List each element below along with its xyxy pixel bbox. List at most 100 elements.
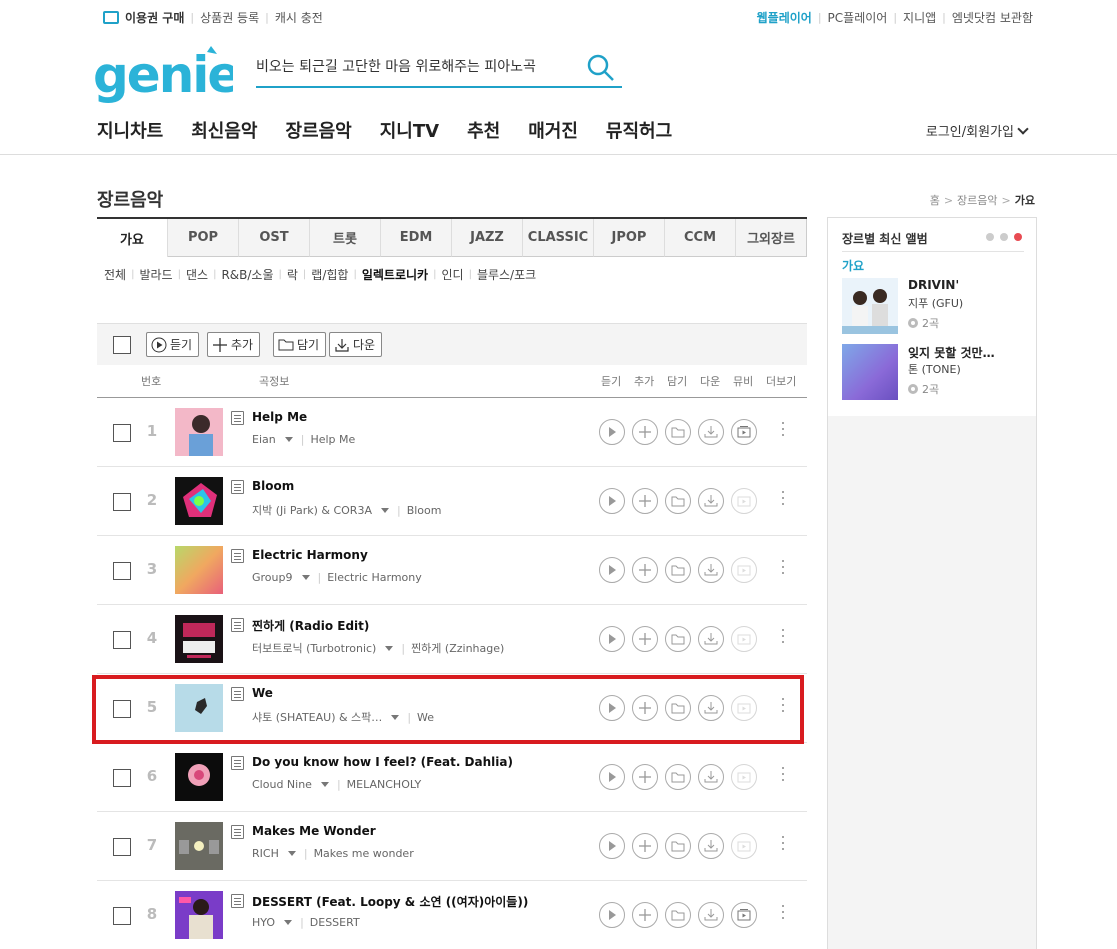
album-cover[interactable] xyxy=(842,344,898,400)
pager-dot[interactable] xyxy=(1000,233,1008,241)
tab-ccm[interactable]: CCM xyxy=(665,219,736,257)
play-icon[interactable] xyxy=(599,902,625,928)
artist-dropdown-icon[interactable] xyxy=(320,782,329,787)
lyrics-icon[interactable] xyxy=(231,825,244,839)
song-checkbox[interactable] xyxy=(113,493,131,511)
nav-genre-music[interactable]: 장르음악 xyxy=(286,117,352,143)
select-all-checkbox[interactable] xyxy=(113,336,131,354)
lyrics-icon[interactable] xyxy=(231,411,244,425)
nav-music-hug[interactable]: 뮤직허그 xyxy=(606,117,672,143)
song-artist[interactable]: 터보트로닉 (Turbotronic) xyxy=(252,640,376,656)
tab-jpop[interactable]: JPOP xyxy=(594,219,665,257)
more-icon[interactable] xyxy=(781,905,785,923)
song-album[interactable]: Electric Harmony xyxy=(327,571,422,584)
folder-icon[interactable] xyxy=(665,419,691,445)
register-gift-link[interactable]: 상품권 등록 xyxy=(200,9,259,26)
song-album[interactable]: Bloom xyxy=(407,504,442,517)
lyrics-icon[interactable] xyxy=(231,894,244,908)
song-checkbox[interactable] xyxy=(113,838,131,856)
nav-genie-chart[interactable]: 지니차트 xyxy=(97,117,163,143)
download-icon[interactable] xyxy=(698,626,724,652)
song-checkbox[interactable] xyxy=(113,562,131,580)
song-checkbox[interactable] xyxy=(113,631,131,649)
album-artist[interactable]: 톤 (TONE) xyxy=(908,361,961,377)
add-button[interactable]: 추가 xyxy=(207,332,261,357)
save-button[interactable]: 담기 xyxy=(273,332,327,357)
subgenre-rock[interactable]: 락 xyxy=(287,266,298,283)
song-artist[interactable]: Eian xyxy=(252,433,276,446)
genie-logo[interactable]: genie xyxy=(93,42,241,104)
nav-recommend[interactable]: 추천 xyxy=(467,117,500,143)
play-icon[interactable] xyxy=(599,833,625,859)
song-album[interactable]: MELANCHOLY xyxy=(347,778,422,791)
more-icon[interactable] xyxy=(781,560,785,578)
plus-icon[interactable] xyxy=(632,626,658,652)
song-album[interactable]: 찐하게 (Zzinhage) xyxy=(411,640,504,656)
play-icon[interactable] xyxy=(599,488,625,514)
more-icon[interactable] xyxy=(781,767,785,785)
more-icon[interactable] xyxy=(781,836,785,854)
play-icon[interactable] xyxy=(599,557,625,583)
song-album[interactable]: Makes me wonder xyxy=(314,847,414,860)
pager-dot[interactable] xyxy=(986,233,994,241)
song-title[interactable]: 찐하게 (Radio Edit) xyxy=(252,617,369,634)
subgenre-ballad[interactable]: 발라드 xyxy=(139,266,172,283)
tab-other-genres[interactable]: 그외장르 xyxy=(736,219,807,257)
artist-dropdown-icon[interactable] xyxy=(380,507,389,513)
album-cover[interactable] xyxy=(175,546,223,594)
album-cover[interactable] xyxy=(175,615,223,663)
song-title[interactable]: DESSERT (Feat. Loopy & 소연 ((여자)아이들)) xyxy=(252,893,528,910)
mnet-archive-link[interactable]: 엠넷닷컴 보관함 xyxy=(952,9,1033,26)
album-artist[interactable]: 지푸 (GFU) xyxy=(908,295,963,311)
artist-dropdown-icon[interactable] xyxy=(287,851,296,856)
album-title[interactable]: DRIVIN' xyxy=(908,278,959,292)
cash-charge-link[interactable]: 캐시 충전 xyxy=(275,9,323,26)
song-title[interactable]: Bloom xyxy=(252,479,294,493)
folder-icon[interactable] xyxy=(665,488,691,514)
download-icon[interactable] xyxy=(698,419,724,445)
folder-icon[interactable] xyxy=(665,833,691,859)
tab-classic[interactable]: CLASSIC xyxy=(523,219,594,257)
album-cover[interactable] xyxy=(175,822,223,870)
artist-dropdown-icon[interactable] xyxy=(284,920,293,925)
subgenre-electronica[interactable]: 일렉트로니카 xyxy=(362,266,428,283)
folder-icon[interactable] xyxy=(665,764,691,790)
album-cover[interactable] xyxy=(175,408,223,456)
download-icon[interactable] xyxy=(698,833,724,859)
song-checkbox[interactable] xyxy=(113,907,131,925)
nav-genie-tv[interactable]: 지니TV xyxy=(380,117,439,143)
album-cover[interactable] xyxy=(175,477,223,525)
plus-icon[interactable] xyxy=(632,557,658,583)
pc-player-link[interactable]: PC플레이어 xyxy=(828,9,888,26)
more-icon[interactable] xyxy=(781,629,785,647)
nav-magazine[interactable]: 매거진 xyxy=(528,117,578,143)
lyrics-icon[interactable] xyxy=(231,549,244,563)
download-icon[interactable] xyxy=(698,488,724,514)
song-title[interactable]: Makes Me Wonder xyxy=(252,824,376,838)
music-video-icon[interactable] xyxy=(731,419,757,445)
lyrics-icon[interactable] xyxy=(231,618,244,632)
tab-trot[interactable]: 트롯 xyxy=(310,219,381,257)
search-icon[interactable] xyxy=(586,53,616,83)
login-link[interactable]: 로그인/회원가입 xyxy=(926,121,1029,140)
nav-latest-music[interactable]: 최신음악 xyxy=(191,117,257,143)
plus-icon[interactable] xyxy=(632,488,658,514)
song-title[interactable]: Help Me xyxy=(252,410,307,424)
subgenre-dance[interactable]: 댄스 xyxy=(186,266,208,283)
download-icon[interactable] xyxy=(698,764,724,790)
buy-ticket-link[interactable]: 이용권 구매 xyxy=(125,9,184,26)
music-video-icon[interactable] xyxy=(731,902,757,928)
song-checkbox[interactable] xyxy=(113,424,131,442)
album-title[interactable]: 잊지 못할 것만… xyxy=(908,344,995,361)
more-icon[interactable] xyxy=(781,491,785,509)
tab-kpop[interactable]: 가요 xyxy=(97,219,168,257)
album-cover[interactable] xyxy=(175,753,223,801)
web-player-link[interactable]: 웹플레이어 xyxy=(757,9,812,26)
song-album[interactable]: Help Me xyxy=(310,433,355,446)
more-icon[interactable] xyxy=(781,422,785,440)
download-icon[interactable] xyxy=(698,902,724,928)
download-icon[interactable] xyxy=(698,557,724,583)
artist-dropdown-icon[interactable] xyxy=(284,437,293,442)
folder-icon[interactable] xyxy=(665,902,691,928)
genie-app-link[interactable]: 지니앱 xyxy=(903,9,936,26)
